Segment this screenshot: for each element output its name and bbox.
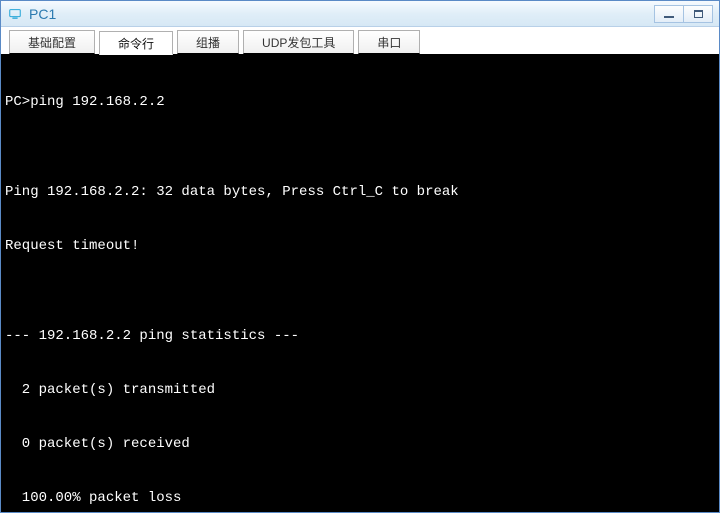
tab-command-line[interactable]: 命令行 xyxy=(99,31,173,55)
window-title: PC1 xyxy=(29,6,655,22)
tab-label: 命令行 xyxy=(118,35,154,52)
window-controls xyxy=(655,5,713,23)
tab-label: 组播 xyxy=(196,34,220,51)
tabbar: 基础配置 命令行 组播 UDP发包工具 串口 xyxy=(1,27,719,55)
terminal-line: PC>ping 192.168.2.2 xyxy=(5,93,715,111)
tab-udp-tool[interactable]: UDP发包工具 xyxy=(243,30,354,54)
tab-basic-config[interactable]: 基础配置 xyxy=(9,30,95,54)
app-icon xyxy=(7,6,23,22)
tab-serial[interactable]: 串口 xyxy=(358,30,420,54)
terminal-output[interactable]: PC>ping 192.168.2.2 Ping 192.168.2.2: 32… xyxy=(1,55,719,512)
terminal-line: Request timeout! xyxy=(5,237,715,255)
tab-label: 串口 xyxy=(377,34,401,51)
minimize-button[interactable] xyxy=(654,5,684,23)
terminal-line: 100.00% packet loss xyxy=(5,489,715,507)
terminal-line: Ping 192.168.2.2: 32 data bytes, Press C… xyxy=(5,183,715,201)
tab-multicast[interactable]: 组播 xyxy=(177,30,239,54)
titlebar: PC1 xyxy=(1,1,719,27)
terminal-line: 2 packet(s) transmitted xyxy=(5,381,715,399)
tab-label: UDP发包工具 xyxy=(262,34,335,51)
app-window: PC1 基础配置 命令行 组播 UDP发包工具 串口 PC>ping 192.1… xyxy=(0,0,720,513)
terminal-line: 0 packet(s) received xyxy=(5,435,715,453)
maximize-button[interactable] xyxy=(683,5,713,23)
tab-label: 基础配置 xyxy=(28,34,76,51)
terminal-line: --- 192.168.2.2 ping statistics --- xyxy=(5,327,715,345)
